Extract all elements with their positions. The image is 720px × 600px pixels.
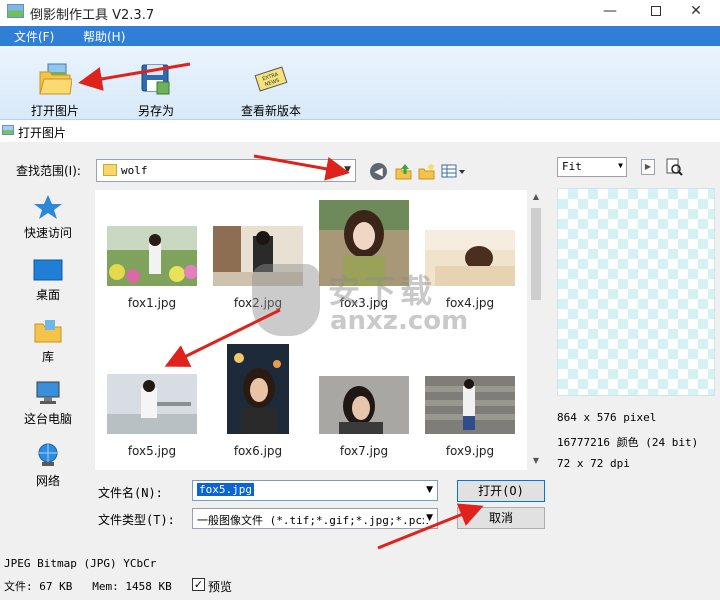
look-in-value: wolf bbox=[121, 164, 148, 177]
image-preview bbox=[557, 188, 715, 396]
save-disk-icon bbox=[141, 64, 170, 95]
filename-value: fox5.jpg bbox=[197, 483, 254, 496]
zoom-dropdown[interactable]: Fit ▼ bbox=[557, 157, 627, 177]
computer-icon bbox=[36, 381, 60, 404]
image-icon bbox=[2, 125, 14, 135]
look-in-label: 查找范围(I): bbox=[16, 164, 81, 178]
maximize-icon bbox=[651, 6, 661, 16]
menu-bar: 文件(F) 帮助(H) bbox=[0, 26, 720, 46]
window-title: 倒影制作工具 V2.3.7 bbox=[30, 8, 155, 23]
file-size-info: 文件: 67 KB Mem: 1458 KB bbox=[4, 580, 172, 593]
scrollbar-thumb[interactable] bbox=[531, 208, 541, 300]
dialog-title: 打开图片 bbox=[18, 126, 67, 140]
back-icon[interactable]: ◀ bbox=[370, 163, 387, 180]
file-item-fox3[interactable]: fox3.jpg bbox=[311, 190, 417, 320]
place-quick-access[interactable]: 快速访问 bbox=[10, 190, 86, 252]
place-desktop[interactable]: 桌面 bbox=[10, 252, 86, 314]
thumbnail-fox1 bbox=[107, 226, 197, 286]
app-icon bbox=[7, 4, 24, 18]
play-button[interactable]: ▶ bbox=[641, 159, 655, 175]
minimize-button[interactable]: — bbox=[586, 0, 634, 24]
file-item-fox4[interactable]: fox4.jpg bbox=[417, 190, 523, 320]
thumbnail-fox6 bbox=[227, 344, 289, 434]
new-version-icon: EXTRA NEWS bbox=[254, 66, 288, 92]
file-item-fox1[interactable]: fox1.jpg bbox=[99, 190, 205, 320]
filetype-dropdown[interactable]: 一般图像文件 (*.tif;*.gif;*.jpg;*.pcx ▼ bbox=[192, 508, 438, 529]
thumbnail-fox4 bbox=[425, 230, 515, 286]
menu-file[interactable]: 文件(F) bbox=[14, 28, 54, 45]
preview-checkbox-label: 预览 bbox=[208, 580, 233, 594]
image-dpi: 72 x 72 dpi bbox=[557, 457, 630, 470]
place-label: 桌面 bbox=[35, 288, 60, 302]
open-button[interactable]: 打开(O) bbox=[457, 480, 545, 502]
file-item-fox2[interactable]: fox2.jpg bbox=[205, 190, 311, 320]
check-version-button[interactable]: EXTRA NEWS 查看新版本 bbox=[234, 46, 308, 120]
place-libraries[interactable]: 库 bbox=[10, 314, 86, 376]
place-this-pc[interactable]: 这台电脑 bbox=[10, 376, 86, 438]
preview-checkbox[interactable]: ✓ bbox=[192, 578, 205, 591]
thumbnail-fox9 bbox=[425, 376, 515, 434]
file-item-fox9[interactable]: fox9.jpg bbox=[417, 338, 523, 468]
thumbnail-fox3 bbox=[319, 200, 409, 286]
scroll-down-icon[interactable]: ▼ bbox=[527, 456, 545, 465]
new-folder-icon[interactable] bbox=[418, 163, 435, 180]
file-name: fox2.jpg bbox=[233, 296, 283, 310]
file-name: fox3.jpg bbox=[339, 296, 389, 310]
toolbar: 打开图片 另存为 EXTRA NEWS 查看新版本 bbox=[0, 46, 720, 120]
file-item-fox6[interactable]: fox6.jpg bbox=[205, 338, 311, 468]
file-format-info: JPEG Bitmap (JPG) YCbCr bbox=[4, 557, 157, 570]
file-name: fox6.jpg bbox=[233, 444, 283, 458]
zoom-value: Fit bbox=[562, 160, 582, 173]
desktop-icon bbox=[33, 259, 63, 281]
filetype-value: 一般图像文件 (*.tif;*.gif;*.jpg;*.pcx bbox=[197, 514, 429, 527]
library-icon bbox=[34, 320, 62, 343]
title-bar: 倒影制作工具 V2.3.7 — ✕ bbox=[0, 0, 720, 26]
thumbnail-fox2 bbox=[213, 226, 303, 286]
open-image-button[interactable]: 打开图片 bbox=[24, 46, 86, 120]
chevron-down-icon[interactable]: ▼ bbox=[424, 485, 433, 495]
chevron-down-icon: ▼ bbox=[618, 161, 623, 170]
check-version-label: 查看新版本 bbox=[240, 104, 301, 118]
file-name: fox1.jpg bbox=[127, 296, 177, 310]
close-button[interactable]: ✕ bbox=[672, 0, 720, 24]
file-name: fox9.jpg bbox=[445, 444, 495, 458]
place-label: 网络 bbox=[35, 474, 60, 488]
zoom-preview-icon[interactable] bbox=[666, 158, 683, 176]
file-item-fox7[interactable]: fox7.jpg bbox=[311, 338, 417, 468]
image-dimensions: 864 x 576 pixel bbox=[557, 411, 657, 424]
up-folder-icon[interactable] bbox=[395, 163, 412, 180]
chevron-down-icon: ▼ bbox=[344, 165, 351, 175]
scroll-up-icon[interactable]: ▲ bbox=[527, 192, 545, 201]
cancel-button[interactable]: 取消 bbox=[457, 507, 545, 529]
save-as-button[interactable]: 另存为 bbox=[130, 46, 182, 120]
view-menu-icon[interactable] bbox=[441, 163, 467, 180]
filename-input[interactable]: fox5.jpg ▼ bbox=[192, 480, 438, 501]
place-label: 这台电脑 bbox=[23, 412, 72, 426]
open-folder-icon bbox=[39, 63, 72, 95]
look-in-dropdown[interactable]: wolf ▼ bbox=[96, 159, 356, 182]
place-label: 库 bbox=[41, 350, 54, 364]
file-name: fox7.jpg bbox=[339, 444, 389, 458]
filename-label: 文件名(N): bbox=[98, 486, 163, 500]
filetype-label: 文件类型(T): bbox=[98, 513, 175, 527]
menu-help[interactable]: 帮助(H) bbox=[83, 28, 125, 45]
file-list: fox1.jpg fox2.jpg fox3.jpg fox4.jpg fox5… bbox=[95, 190, 527, 470]
dialog-caption: 打开图片 bbox=[0, 120, 720, 142]
file-item-fox5[interactable]: fox5.jpg bbox=[99, 338, 205, 468]
chevron-down-icon: ▼ bbox=[424, 513, 433, 523]
file-name: fox5.jpg bbox=[127, 444, 177, 458]
file-name: fox4.jpg bbox=[445, 296, 495, 310]
thumbnail-fox7 bbox=[319, 376, 409, 434]
place-network[interactable]: 网络 bbox=[10, 438, 86, 500]
network-icon bbox=[38, 443, 58, 466]
places-bar: 快速访问 桌面 库 这台电脑 网络 bbox=[10, 190, 86, 500]
save-as-label: 另存为 bbox=[137, 104, 174, 118]
open-image-label: 打开图片 bbox=[30, 104, 79, 118]
thumbnail-fox5 bbox=[107, 374, 197, 434]
folder-icon bbox=[103, 164, 117, 176]
star-icon bbox=[34, 195, 62, 219]
image-colors: 16777216 颜色 (24 bit) bbox=[557, 436, 699, 449]
place-label: 快速访问 bbox=[23, 226, 72, 240]
file-list-scrollbar[interactable]: ▲ ▼ bbox=[527, 190, 545, 470]
